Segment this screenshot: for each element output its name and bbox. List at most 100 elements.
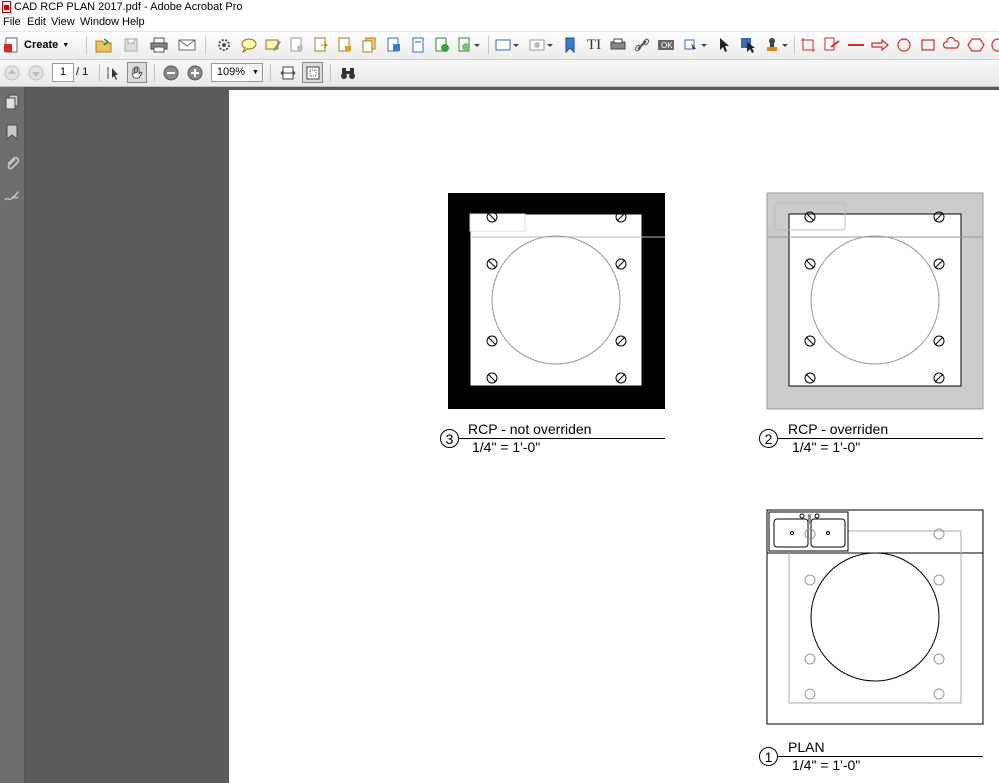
create-label: Create — [24, 39, 59, 51]
view-rcp-not-overriden — [448, 193, 665, 409]
save-button[interactable] — [121, 35, 141, 55]
open-folder-icon — [95, 38, 112, 53]
multimedia-icon — [529, 39, 553, 51]
navigation-toolbar: 1 / 1 109% ▼ — [0, 60, 999, 87]
print-button[interactable] — [149, 35, 169, 55]
zoom-in-icon — [187, 65, 203, 81]
view-rcp-overriden — [766, 192, 984, 410]
view-title: RCP - overriden — [788, 421, 889, 437]
next-page-button[interactable] — [27, 63, 45, 83]
line-tool-button[interactable] — [846, 35, 866, 55]
select-object-button[interactable] — [682, 35, 708, 55]
markup-button[interactable] — [822, 35, 842, 55]
bookmarks-button[interactable] — [4, 124, 20, 141]
form-field-button[interactable] — [494, 35, 520, 55]
documents-stack-icon — [362, 37, 376, 53]
edit-object-button[interactable] — [738, 35, 758, 55]
toolbar-separator — [154, 64, 155, 82]
page-number-input[interactable]: 1 — [52, 63, 74, 82]
zoom-out-icon — [163, 65, 179, 81]
highlight-button[interactable] — [263, 35, 283, 55]
view-scale: 1/4" = 1'-0" — [472, 439, 541, 455]
pdf-page[interactable]: 3 RCP - not overriden 1/4" = 1'-0" 2 RCP… — [229, 90, 999, 783]
stamp-button[interactable] — [764, 35, 790, 55]
stamp-tool-button[interactable] — [287, 35, 307, 55]
select-tool-button[interactable] — [714, 35, 734, 55]
menu-edit[interactable]: Edit — [27, 16, 46, 28]
zoom-in-button[interactable] — [186, 63, 204, 83]
export-button[interactable] — [311, 35, 331, 55]
email-button[interactable] — [177, 35, 197, 55]
previous-page-button[interactable] — [3, 63, 21, 83]
organize-button[interactable] — [384, 35, 404, 55]
protect-button[interactable] — [335, 35, 355, 55]
rectangle-tool-button[interactable] — [918, 35, 938, 55]
toolbar-separator — [488, 36, 489, 54]
insert-page-button[interactable] — [432, 35, 452, 55]
page-thumbnails-button[interactable] — [4, 94, 20, 110]
combine-button[interactable] — [359, 35, 379, 55]
document-blue-icon — [387, 37, 400, 52]
attachments-button[interactable] — [4, 155, 20, 171]
ok-button-tool[interactable]: OK — [656, 35, 676, 55]
toolbar-separator — [99, 64, 100, 82]
find-button[interactable] — [338, 63, 358, 83]
select-text-button[interactable] — [104, 63, 122, 83]
zoom-dropdown-button[interactable]: ▼ — [249, 63, 263, 82]
faucet — [808, 514, 811, 524]
arrow-tool-button[interactable] — [870, 35, 890, 55]
signatures-button[interactable] — [4, 188, 20, 204]
comment-button[interactable] — [239, 35, 259, 55]
document-gray-icon — [290, 37, 303, 52]
hand-tool-button[interactable] — [127, 62, 147, 83]
bookmark-tool-button[interactable] — [560, 35, 580, 55]
polygon-line-tool-button[interactable] — [990, 35, 999, 55]
fit-page-icon — [306, 66, 319, 79]
settings-button[interactable] — [214, 35, 234, 55]
circle-icon — [897, 38, 911, 52]
view-title: PLAN — [788, 739, 825, 755]
polygon-line-icon — [991, 38, 999, 52]
main-toolbar: Create ▼ TI OK — [0, 32, 999, 60]
view-title: RCP - not overriden — [468, 421, 592, 437]
page-button[interactable] — [408, 35, 428, 55]
text-tool-button[interactable]: TI — [584, 35, 604, 55]
multimedia-button[interactable] — [528, 35, 554, 55]
create-button[interactable]: Create ▼ — [3, 35, 69, 55]
menu-file[interactable]: File — [3, 16, 21, 28]
print-production-button[interactable] — [608, 35, 628, 55]
arrow-down-circle-icon — [28, 65, 44, 81]
fit-width-button[interactable] — [278, 63, 298, 83]
action-wizard-icon — [458, 37, 480, 52]
page-thumbnails-icon — [5, 94, 19, 110]
arrow-cursor-icon — [720, 38, 729, 52]
toolbar-separator — [86, 36, 87, 54]
crop-button[interactable] — [798, 35, 818, 55]
view-plan — [766, 509, 984, 725]
action-wizard-button[interactable] — [456, 35, 482, 55]
open-folder-button[interactable] — [94, 35, 114, 55]
zoom-level-input[interactable]: 109% — [211, 63, 251, 82]
document-arrow-icon — [314, 37, 328, 52]
polygon-tool-button[interactable] — [966, 35, 986, 55]
menu-window[interactable]: Window — [80, 16, 119, 28]
link-tool-button[interactable] — [632, 35, 652, 55]
zoom-out-button[interactable] — [162, 63, 180, 83]
arrow-right-icon — [871, 38, 889, 52]
rectangle-icon — [921, 39, 935, 51]
acrobat-app-icon — [2, 1, 11, 13]
navigation-pane — [0, 87, 25, 783]
oval-tool-button[interactable] — [894, 35, 914, 55]
view-number-bubble: 2 — [759, 429, 778, 448]
bookmark-ribbon-icon — [6, 124, 18, 141]
menu-help[interactable]: Help — [122, 16, 145, 28]
cloud-tool-button[interactable] — [942, 35, 962, 55]
save-icon — [124, 38, 138, 52]
document-lock-icon — [338, 37, 351, 52]
view-number-bubble: 1 — [759, 747, 778, 766]
menu-view[interactable]: View — [51, 16, 75, 28]
document-plus-icon — [435, 37, 449, 52]
fit-page-button[interactable] — [302, 62, 323, 83]
chevron-down-icon: ▼ — [62, 41, 70, 49]
text-tool-icon: TI — [586, 36, 602, 53]
